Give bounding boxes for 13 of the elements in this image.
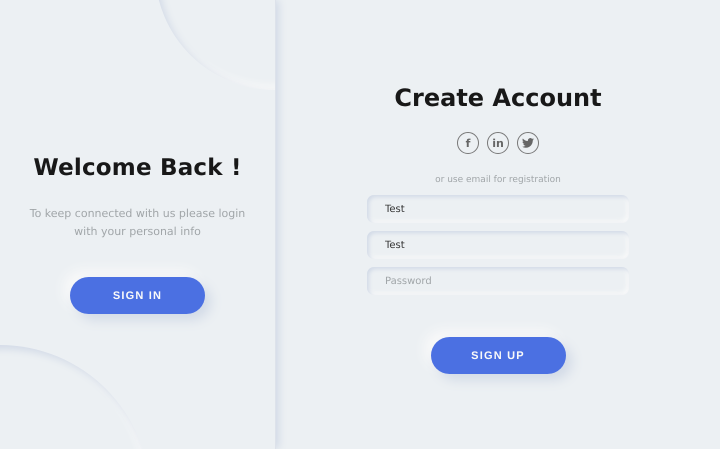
form-title: Create Account xyxy=(394,84,602,112)
bird-link[interactable] xyxy=(517,132,539,154)
sign-in-button[interactable]: SIGN IN xyxy=(70,277,205,314)
input-field[interactable]: Password xyxy=(367,267,629,295)
input-field[interactable]: Test xyxy=(367,195,629,223)
registration-hint: or use email for registration xyxy=(435,175,561,185)
social-link[interactable]: f xyxy=(457,132,479,154)
social-link[interactable]: in xyxy=(487,132,509,154)
input-field[interactable]: Test xyxy=(367,231,629,259)
welcome-title: Welcome Back ! xyxy=(33,155,242,181)
bird-icon xyxy=(522,138,534,148)
sign-up-button[interactable]: SIGN UP xyxy=(430,337,566,374)
welcome-text: To keep connected with us please login with your personal info xyxy=(28,206,246,240)
